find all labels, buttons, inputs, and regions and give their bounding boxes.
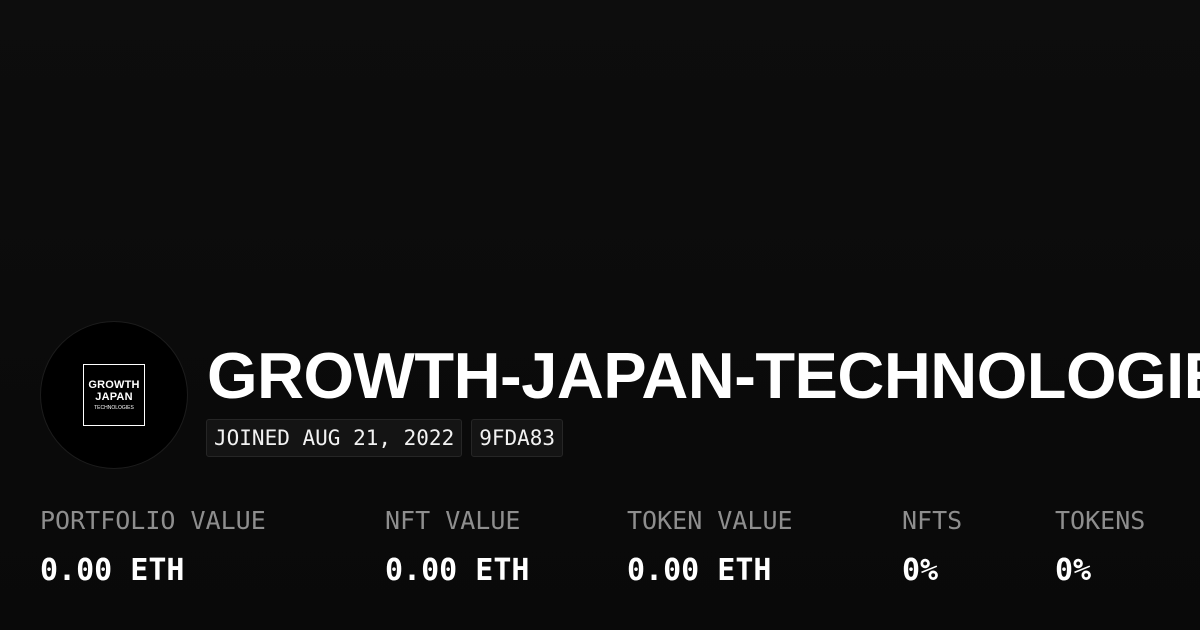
avatar: GROWTH JAPAN TECHNOLOGIES [40, 321, 188, 469]
stat-value: 0% [902, 553, 939, 588]
stat-label: NFT VALUE [385, 506, 521, 535]
stat-portfolio-value: PORTFOLIO VALUE 0.00 ETH [40, 504, 266, 589]
address-chip: 9FDA83 [471, 419, 564, 457]
logo-text-line1: GROWTH [88, 378, 140, 391]
stat-label: TOKENS [1055, 506, 1146, 535]
profile-meta-chips: JOINED AUG 21, 2022 9FDA83 [206, 419, 564, 457]
stat-label: NFTS [902, 506, 963, 535]
stat-label: TOKEN VALUE [627, 506, 793, 535]
logo-text-line2: JAPAN [95, 390, 133, 403]
stat-nft-value: NFT VALUE 0.00 ETH [385, 504, 530, 589]
stat-value: 0.00 ETH [385, 553, 530, 588]
stat-nfts-share: NFTS 0% [902, 504, 962, 589]
profile-name: GROWTH-JAPAN-TECHNOLOGIES [207, 339, 1200, 412]
stat-tokens-share: TOKENS 0% [1055, 504, 1145, 589]
profile-share-card: GROWTH JAPAN TECHNOLOGIES GROWTH-JAPAN-T… [0, 0, 1200, 630]
company-logo: GROWTH JAPAN TECHNOLOGIES [83, 364, 145, 426]
stat-value: 0.00 ETH [627, 553, 772, 588]
stat-value: 0% [1055, 553, 1092, 588]
joined-date-chip: JOINED AUG 21, 2022 [206, 419, 463, 457]
stat-label: PORTFOLIO VALUE [40, 506, 266, 535]
logo-text-line3: TECHNOLOGIES [94, 404, 134, 411]
stat-value: 0.00 ETH [40, 553, 185, 588]
stat-token-value: TOKEN VALUE 0.00 ETH [627, 504, 793, 589]
